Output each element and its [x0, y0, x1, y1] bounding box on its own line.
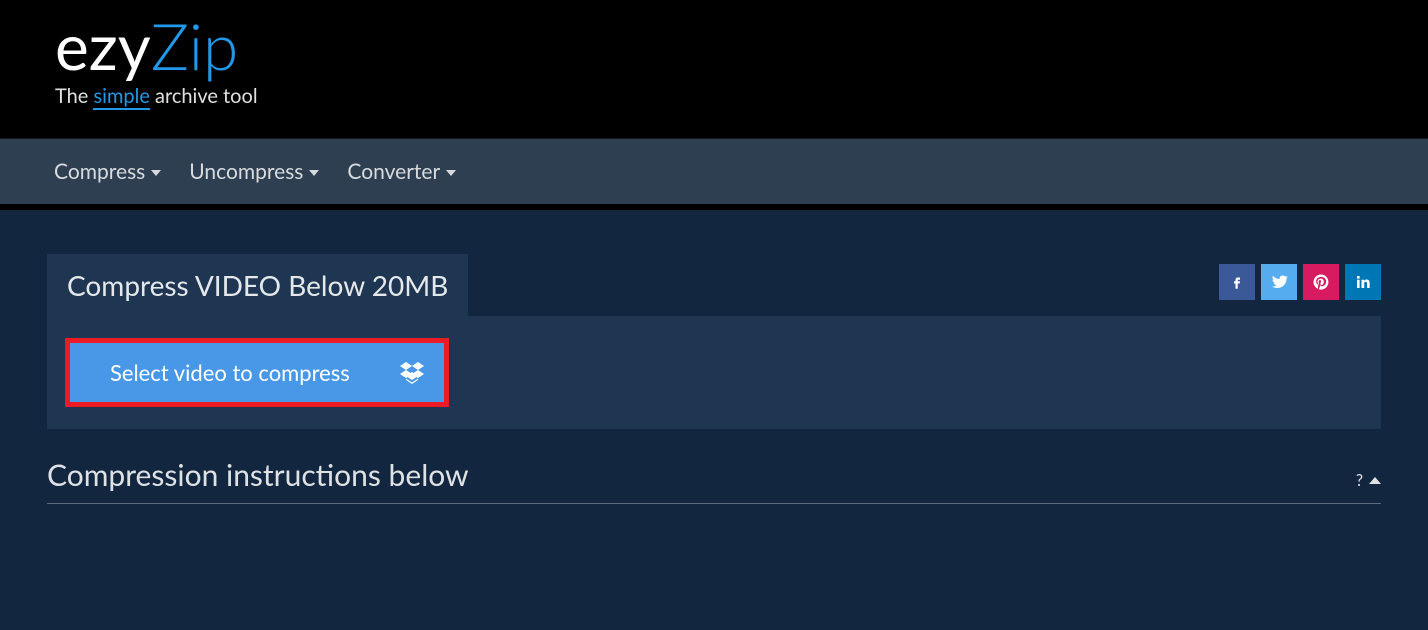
social-share-bar: [1219, 264, 1381, 300]
dropbox-icon: [400, 362, 424, 384]
title-row: Compress VIDEO Below 20MB: [47, 254, 1381, 316]
share-twitter-button[interactable]: [1261, 264, 1297, 300]
instructions-header[interactable]: Compression instructions below ?: [47, 457, 1381, 504]
instructions-toggle[interactable]: ?: [1356, 471, 1381, 490]
logo-text-zip: Zip: [151, 14, 239, 78]
nav-uncompress[interactable]: Uncompress: [189, 159, 319, 184]
main-nav: Compress Uncompress Converter: [0, 138, 1428, 204]
logo-text-ezy: ezy: [55, 14, 151, 78]
nav-uncompress-label: Uncompress: [189, 159, 303, 184]
page-title: Compress VIDEO Below 20MB: [47, 254, 468, 316]
share-linkedin-button[interactable]: [1345, 264, 1381, 300]
chevron-down-icon: [446, 170, 456, 176]
chevron-down-icon: [309, 170, 319, 176]
help-icon: ?: [1356, 471, 1363, 490]
dropbox-button[interactable]: [390, 343, 444, 402]
facebook-icon: [1228, 273, 1246, 291]
nav-compress[interactable]: Compress: [54, 159, 161, 184]
main-content: Compress VIDEO Below 20MB Select video t…: [0, 210, 1428, 504]
nav-converter[interactable]: Converter: [347, 159, 456, 184]
select-video-button[interactable]: Select video to compress: [70, 343, 390, 402]
tagline-post: archive tool: [150, 84, 258, 108]
select-video-label: Select video to compress: [110, 359, 350, 386]
site-header: ezyZip The simple archive tool: [0, 0, 1428, 138]
pinterest-icon: [1312, 273, 1330, 291]
logo-tagline: The simple archive tool: [55, 84, 1428, 108]
instructions-title: Compression instructions below: [47, 457, 469, 493]
tagline-emphasis: simple: [93, 84, 149, 108]
chevron-down-icon: [151, 170, 161, 176]
nav-converter-label: Converter: [347, 159, 440, 184]
site-logo[interactable]: ezyZip: [55, 14, 1428, 78]
linkedin-icon: [1354, 273, 1372, 291]
chevron-up-icon: [1369, 477, 1381, 484]
upload-panel: Select video to compress: [47, 316, 1381, 429]
share-facebook-button[interactable]: [1219, 264, 1255, 300]
nav-compress-label: Compress: [54, 159, 145, 184]
share-pinterest-button[interactable]: [1303, 264, 1339, 300]
tagline-pre: The: [55, 84, 93, 108]
select-video-group: Select video to compress: [65, 338, 449, 407]
twitter-icon: [1269, 272, 1289, 292]
